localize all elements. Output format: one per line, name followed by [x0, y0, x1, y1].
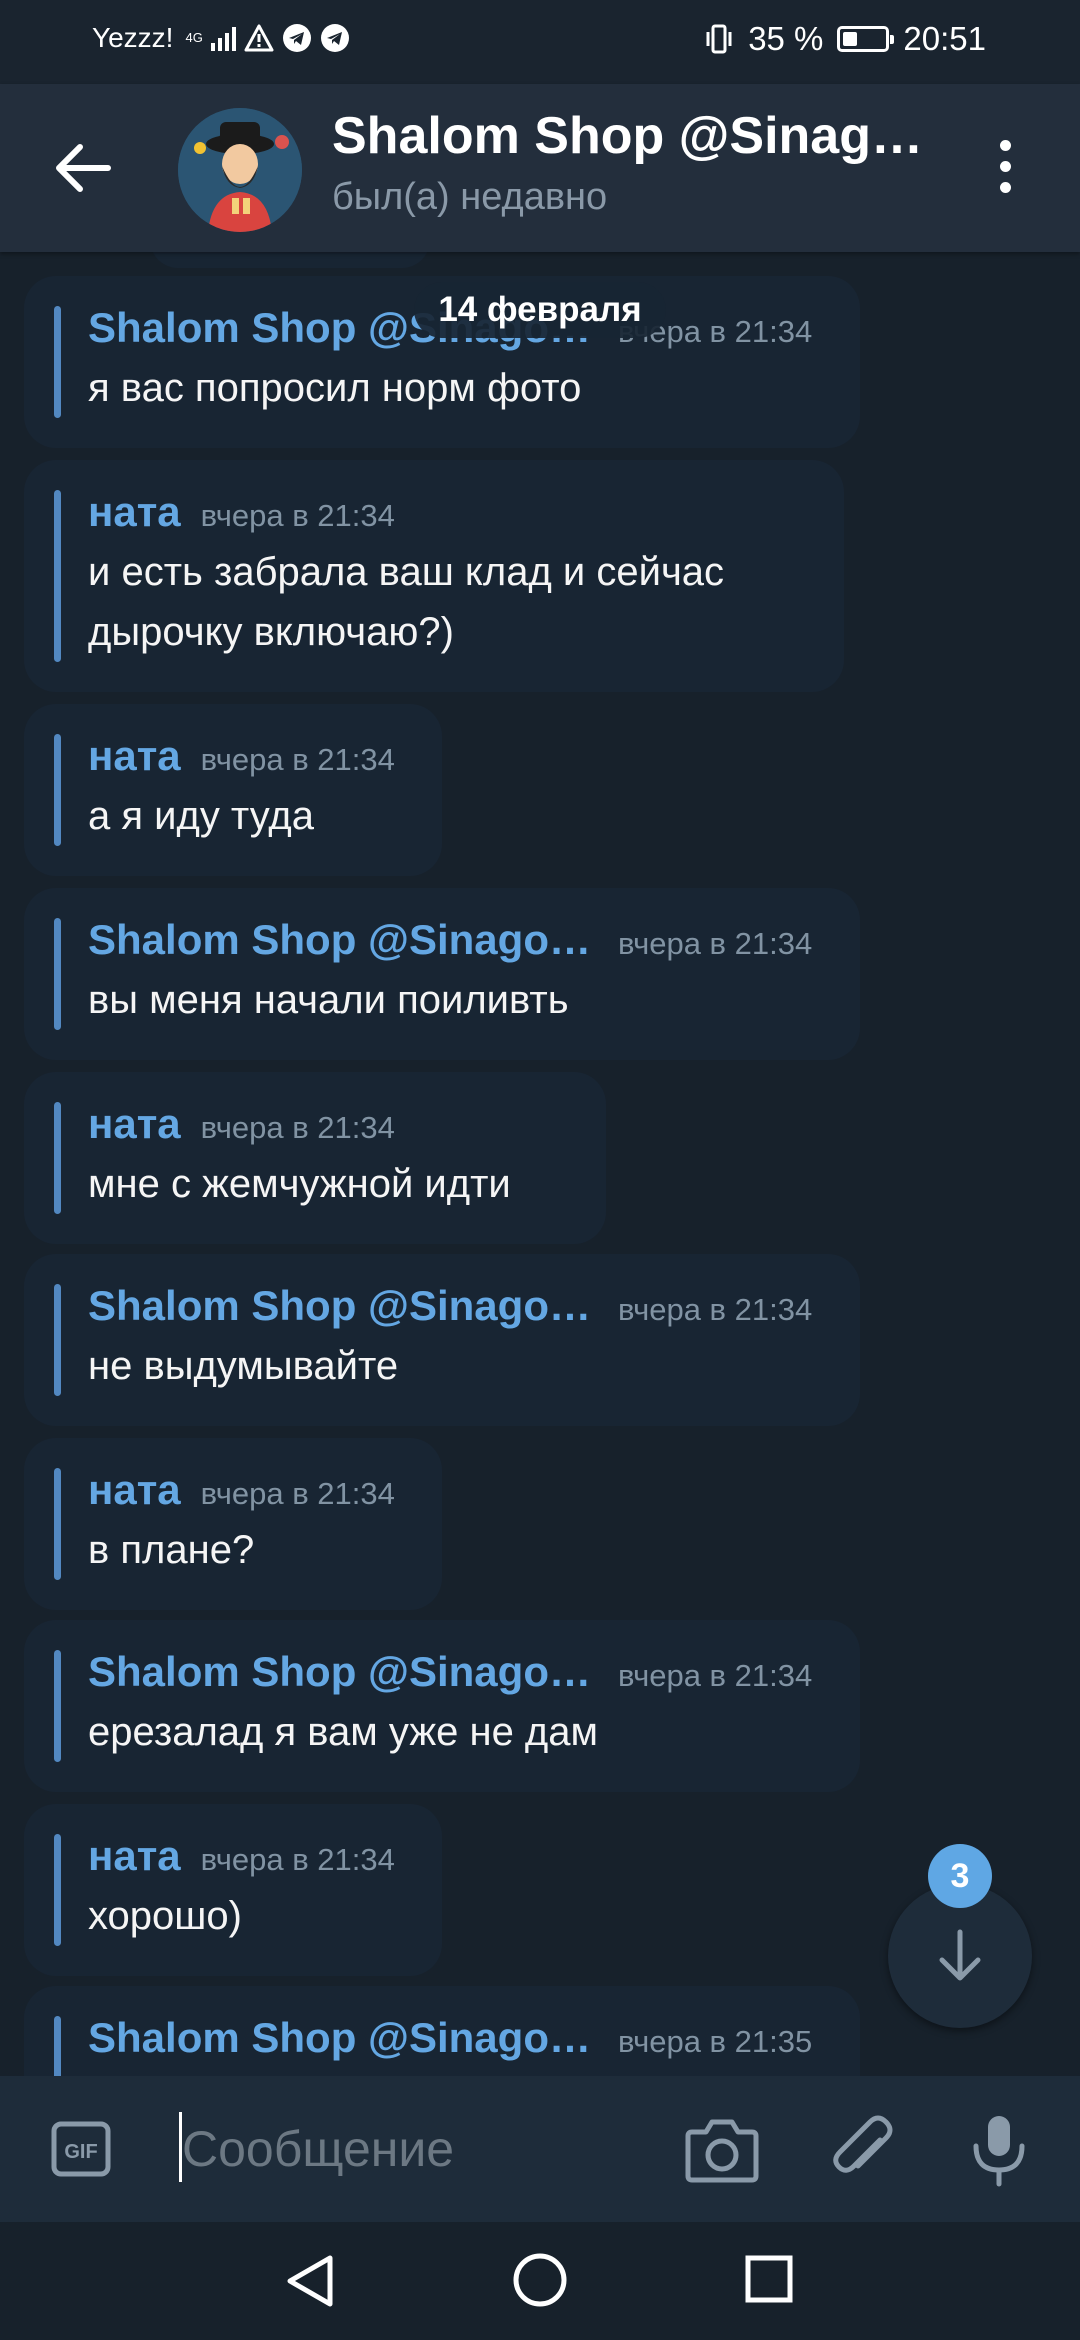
quote-time: вчера в 21:34 [200, 742, 395, 777]
quote-sender: Shalom Shop @Sinagog... [88, 2014, 598, 2061]
message-text: не выдумывайте [88, 1344, 399, 1388]
warning-icon [244, 24, 274, 52]
message-text: и есть забрала ваш клад и сейчас дырочку… [88, 550, 725, 654]
message-bubble[interactable]: Shalom Shop @Sinagog... вчера в 21:34 ере… [24, 1620, 860, 1792]
message-composer: GIF [0, 2076, 1080, 2222]
quote-sender: Shalom Shop @Sinagog... [88, 1282, 598, 1329]
quote-sender: Shalom Shop @Sinagog... [88, 1648, 598, 1695]
quote-time: вчера в 21:34 [618, 1658, 813, 1693]
message-list[interactable]: 14 февраля Shalom Shop @Sinagog... вчера … [0, 252, 1080, 2076]
message-bubble[interactable]: ната вчера в 21:34 мне с жемчужной идти [24, 1072, 606, 1244]
vibrate-icon [706, 24, 732, 54]
message-text: хорошо) [88, 1894, 242, 1938]
chat-status: был(а) недавно [332, 176, 608, 218]
message-text: а я иду туда [88, 794, 314, 838]
message-bubble[interactable]: Shalom Shop @Sinagog... вчера в 21:34 не … [24, 1254, 860, 1426]
battery-percent: 35 % [748, 20, 824, 57]
message-bubble[interactable]: ната вчера в 21:34 в плане? [24, 1438, 442, 1610]
status-left: Yezzz! 4G [92, 22, 350, 54]
quote-time: вчера в 21:34 [200, 1842, 395, 1877]
chat-header: Shalom Shop @Sinago... был(а) недавно [0, 84, 1080, 252]
quote-sender: ната [88, 1466, 181, 1513]
message-input[interactable] [180, 2110, 652, 2188]
avatar[interactable] [178, 108, 302, 232]
quote-time: вчера в 21:34 [200, 1476, 395, 1511]
arrow-down-icon [939, 1929, 981, 1981]
quote-time: вчера в 21:34 [200, 1110, 395, 1145]
quote-time: вчера в 21:34 [618, 926, 813, 961]
telegram-icon [320, 24, 349, 52]
camera-icon[interactable] [684, 2112, 760, 2186]
carrier-name: Yezzz! [92, 22, 174, 53]
message-bubble[interactable]: ната вчера в 21:34 и есть забрала ваш кла… [24, 460, 844, 692]
quote-sender: ната [88, 1100, 181, 1147]
quote-time: вчера в 21:34 [618, 1292, 813, 1327]
status-bar: Yezzz! 4G 35 % 20:51 [0, 0, 1080, 84]
quote-time: вчера в 21:34 [200, 498, 395, 533]
message-text: ерезалад я вам уже не дам [88, 1710, 599, 1754]
message-text: вы меня начали поиливть [88, 978, 569, 1022]
quote-sender: ната [88, 488, 181, 535]
date-separator: 14 февраля [414, 282, 666, 338]
nav-recents-icon[interactable] [744, 2254, 794, 2304]
microphone-icon[interactable] [962, 2110, 1036, 2190]
status-right: 35 % 20:51 [704, 20, 986, 58]
message-bubble[interactable]: Shalom Shop @Sinagog... вчера в 21:34 вы … [24, 888, 860, 1060]
svg-text:GIF: GIF [64, 2141, 97, 2163]
quote-sender: Shalom Shop @Sinagog... [88, 916, 598, 963]
quote-sender: ната [88, 732, 181, 779]
more-vertical-icon[interactable] [990, 140, 1020, 200]
nav-home-icon[interactable] [512, 2252, 568, 2308]
paperclip-icon[interactable] [826, 2110, 902, 2190]
message-bubble[interactable]: Shalom Shop @Sinagog... вчера в 21:35 [24, 1986, 860, 2076]
message-bubble[interactable]: ната вчера в 21:34 а я иду туда [24, 704, 442, 876]
arrow-left-icon[interactable] [52, 142, 112, 194]
previous-message-bubble [150, 252, 430, 268]
clock: 20:51 [903, 20, 986, 57]
telegram-icon [282, 24, 311, 52]
signal-icon [210, 25, 236, 51]
quote-sender: ната [88, 1832, 181, 1879]
system-nav-bar [0, 2222, 1080, 2340]
chat-title[interactable]: Shalom Shop @Sinago... [332, 106, 932, 166]
nav-back-icon[interactable] [282, 2252, 336, 2310]
message-text: в плане? [88, 1528, 255, 1572]
message-bubble[interactable]: ната вчера в 21:34 хорошо) [24, 1804, 442, 1976]
unread-badge: 3 [928, 1844, 992, 1908]
message-text: мне с жемчужной идти [88, 1162, 511, 1206]
network-type: 4G [185, 30, 203, 45]
quote-time: вчера в 21:35 [618, 2024, 813, 2059]
message-text: я вас попросил норм фото [88, 366, 582, 410]
gif-icon[interactable]: GIF [50, 2120, 112, 2178]
battery-icon [837, 26, 895, 52]
